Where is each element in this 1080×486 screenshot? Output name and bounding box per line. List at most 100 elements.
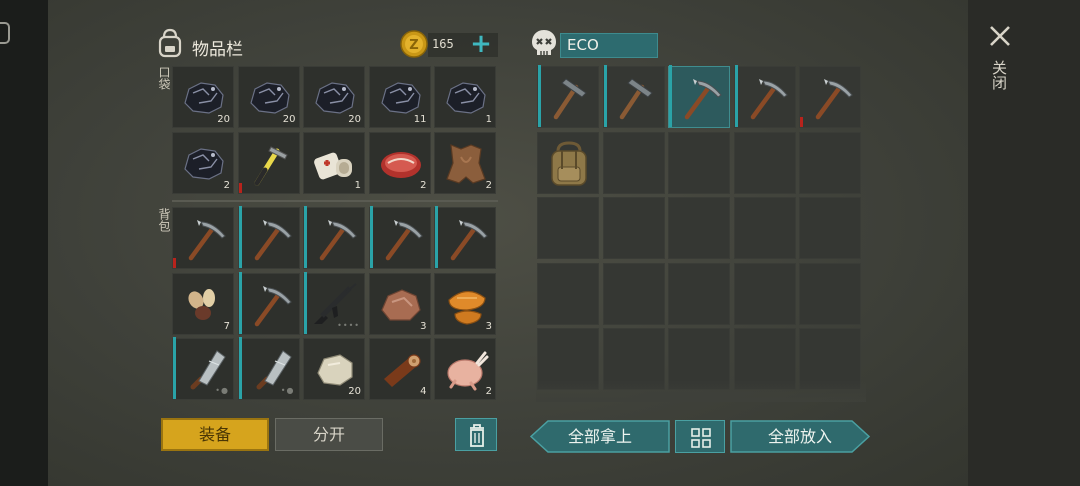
durability-bar [800, 117, 803, 127]
item-quantity: 20 [348, 386, 361, 397]
slot-pickaxe[interactable] [237, 271, 300, 335]
slot-mushroom-flat[interactable]: 3 [434, 272, 496, 335]
put-all-label: 全部放入 [767, 427, 832, 446]
durability-bar [669, 65, 672, 127]
slot-hammer[interactable] [237, 131, 300, 194]
ammo-indicator: •••• [337, 320, 360, 330]
item-quantity: 2 [420, 179, 427, 191]
durability-bar [734, 65, 738, 127]
slot-pickaxe[interactable] [799, 66, 861, 128]
slot-coal[interactable]: 11 [368, 66, 431, 128]
empty-slot[interactable] [602, 131, 665, 194]
slot-leather[interactable]: 2 [434, 131, 496, 194]
slot-rifle[interactable]: •••• [303, 271, 365, 335]
pickaxe-icon [319, 220, 357, 261]
backpack-icon [551, 140, 587, 186]
grid-icon [691, 428, 711, 448]
pocket-section-label: 口袋 [157, 66, 171, 90]
slot-pickaxe[interactable] [434, 206, 496, 269]
empty-slot[interactable] [602, 262, 665, 325]
backpack-icon [158, 28, 182, 58]
empty-slot[interactable] [733, 197, 796, 259]
slot-seeds[interactable]: 7 [172, 272, 234, 335]
durability-bar [435, 206, 438, 268]
status-bar-notch [0, 22, 10, 44]
slot-raw-chicken[interactable]: 2 [434, 338, 496, 400]
empty-slot[interactable] [668, 131, 730, 194]
slot-bandage[interactable]: 1 [303, 131, 365, 194]
slot-hammer-tool[interactable] [537, 65, 599, 128]
empty-slot[interactable] [733, 131, 796, 194]
pickaxe-icon [450, 220, 488, 261]
put-all-button[interactable]: 全部放入 [730, 420, 870, 453]
slot-coal[interactable]: 20 [303, 66, 365, 128]
slot-backpack[interactable] [537, 131, 599, 194]
slot-pickaxe[interactable] [303, 206, 365, 269]
item-quantity: 1 [485, 114, 492, 125]
durability-bar [369, 206, 373, 268]
chest-name-field[interactable]: ECO [560, 33, 658, 58]
sort-button[interactable] [675, 420, 725, 453]
slot-pickaxe[interactable] [668, 65, 730, 128]
equip-button[interactable]: 装备 [161, 418, 269, 451]
durability-bar [238, 182, 242, 193]
slot-coal[interactable]: 20 [237, 66, 300, 128]
empty-slot[interactable] [733, 262, 796, 325]
slot-coal[interactable]: 2 [172, 131, 234, 194]
durability-bar [603, 65, 607, 127]
item-quantity: 3 [485, 320, 492, 332]
item-quantity: 20 [217, 114, 230, 125]
slot-cleaver[interactable]: •● [172, 337, 234, 400]
slot-pickaxe[interactable] [368, 206, 431, 269]
durability-bar [538, 65, 541, 127]
leather-icon [446, 143, 486, 184]
empty-slot[interactable] [602, 197, 665, 259]
seeds-icon [188, 288, 215, 320]
durability-bar [304, 271, 307, 334]
pickaxe-icon [750, 79, 788, 120]
ammo-indicator: •● [280, 386, 295, 395]
empty-slot[interactable] [799, 197, 861, 259]
split-button[interactable]: 分开 [275, 418, 383, 451]
slot-ore-rock[interactable]: 3 [368, 272, 431, 335]
slot-wood-log[interactable]: 4 [368, 338, 431, 400]
item-quantity: 20 [348, 114, 361, 125]
empty-slot[interactable] [537, 197, 599, 259]
empty-slot[interactable] [799, 262, 861, 325]
trash-button[interactable] [455, 418, 497, 451]
raw-chicken-icon [447, 351, 489, 391]
coal-icon [446, 82, 486, 114]
empty-slot[interactable] [537, 262, 599, 325]
durability-bar [173, 337, 176, 399]
svg-text:Z: Z [409, 38, 418, 53]
chest-scroll-fade [536, 380, 866, 402]
hammer-icon [254, 145, 288, 185]
item-quantity: 2 [485, 386, 492, 397]
empty-slot[interactable] [668, 262, 730, 325]
pickaxe-icon [188, 220, 226, 261]
slot-coal[interactable]: 20 [172, 66, 234, 128]
empty-slot[interactable] [668, 197, 730, 259]
slot-pickaxe[interactable] [237, 206, 300, 269]
slot-pickaxe[interactable] [172, 207, 234, 269]
slot-stone[interactable]: 20 [303, 338, 365, 400]
ammo-indicator: •● [215, 386, 229, 395]
close-icon[interactable] [988, 24, 1012, 48]
item-quantity: 2 [223, 179, 230, 191]
item-quantity: 7 [223, 320, 230, 332]
inventory-title: 物品栏 [192, 40, 243, 60]
slot-cleaver[interactable]: •● [237, 337, 300, 400]
empty-slot[interactable] [799, 131, 861, 194]
coal-icon [184, 147, 224, 180]
slot-pickaxe[interactable] [733, 65, 796, 128]
durability-bar [238, 206, 242, 268]
add-coins-button[interactable]: + [468, 31, 494, 58]
slot-raw-meat[interactable]: 2 [368, 131, 431, 194]
coin-amount: 165 [432, 37, 454, 51]
slot-hammer-tool[interactable] [602, 65, 665, 128]
slot-coal[interactable]: 1 [434, 66, 496, 128]
section-divider [172, 200, 498, 202]
hammer-tool-icon [553, 78, 587, 120]
take-all-button[interactable]: 全部拿上 [530, 420, 670, 453]
close-label[interactable]: 关闭 [990, 60, 1010, 90]
